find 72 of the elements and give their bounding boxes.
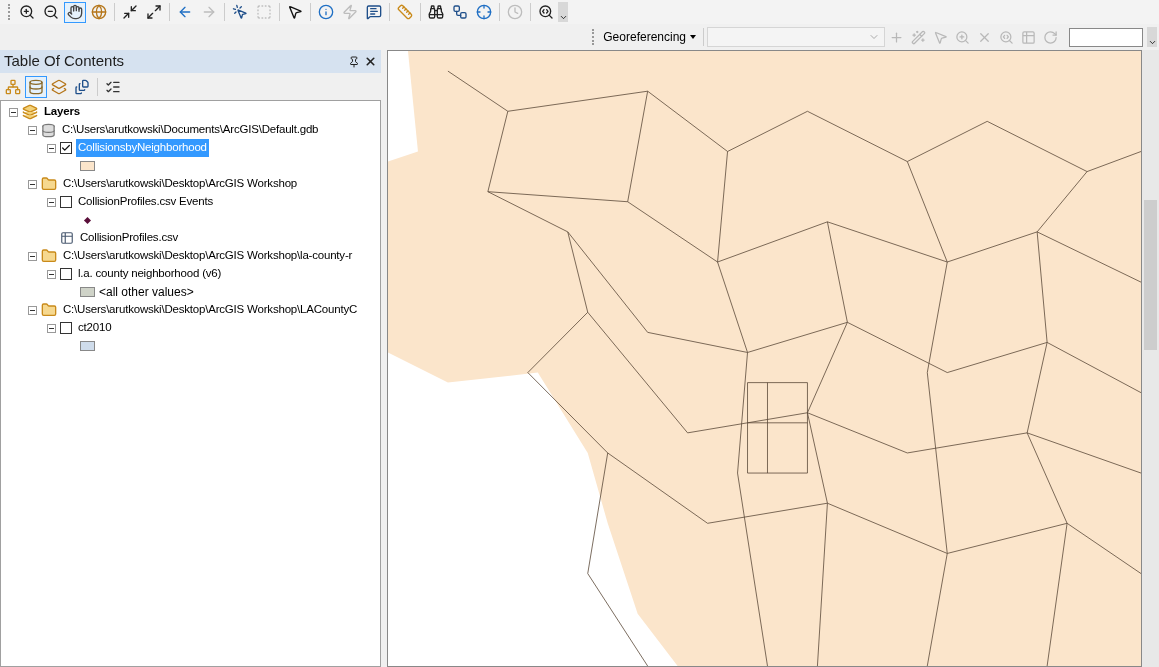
link-table-icon	[1020, 29, 1036, 45]
zoom-out-icon	[43, 4, 59, 20]
collapse-button[interactable]	[47, 323, 56, 333]
folder-icon	[41, 176, 57, 192]
clear-selection-icon	[256, 4, 272, 20]
layer-name[interactable]: ct2010	[76, 319, 114, 337]
collapse-button[interactable]	[47, 143, 56, 153]
collapse-button[interactable]	[28, 305, 37, 315]
rotate-angle-field[interactable]	[1069, 27, 1143, 47]
select-link-icon	[932, 29, 948, 45]
layer-name[interactable]: l.a. county neighborhood (v6)	[76, 265, 224, 283]
ruler-icon	[397, 4, 413, 20]
zoom-in-icon	[19, 4, 35, 20]
close-icon[interactable]	[364, 55, 377, 68]
toolbar-grip[interactable]	[592, 29, 596, 45]
speech-bubble-icon	[366, 4, 382, 20]
drawing-order-icon	[5, 78, 21, 95]
collapse-button[interactable]	[28, 251, 37, 261]
toolbar-overflow-button[interactable]	[1147, 27, 1157, 47]
database-icon	[41, 122, 56, 138]
panel-title: Table Of Contents	[4, 51, 125, 72]
layer-checkbox[interactable]	[60, 268, 72, 280]
collapse-button[interactable]	[47, 197, 56, 207]
folder-icon	[41, 248, 57, 264]
layer-name[interactable]: CollisionProfiles.csv Events	[76, 193, 215, 211]
dropdown-caret-icon	[690, 35, 696, 39]
collapse-button[interactable]	[47, 269, 56, 279]
layers-icon	[51, 78, 67, 95]
binoculars-icon	[428, 4, 444, 20]
select-features-icon	[232, 4, 248, 20]
workspace-path[interactable]: C:\Users\arutkowski\Documents\ArcGIS\Default.gdb	[60, 121, 321, 139]
table-icon	[60, 231, 74, 245]
chevron-down-icon	[1147, 38, 1157, 47]
database-icon	[28, 78, 44, 95]
arrows-inward-icon	[122, 4, 138, 20]
georeferencing-menu[interactable]: Georeferencing	[599, 28, 700, 46]
database-tab[interactable]	[25, 75, 47, 98]
hand-icon	[67, 4, 83, 20]
wand-icon	[910, 29, 926, 45]
info-icon	[318, 4, 334, 20]
collapse-button[interactable]	[9, 107, 18, 117]
viewer-icon	[998, 29, 1014, 45]
globe-icon	[91, 4, 107, 20]
legend-label: <all other values>	[99, 284, 194, 301]
pin-icon[interactable]	[348, 55, 360, 68]
route-icon	[452, 4, 468, 20]
lightning-icon	[342, 4, 358, 20]
arrows-outward-icon	[146, 4, 162, 20]
layer-checkbox[interactable]	[60, 196, 72, 208]
workspace-path[interactable]: C:\Users\arutkowski\Desktop\ArcGIS Workshop\la-county-r	[61, 247, 355, 265]
scrollbar-thumb[interactable]	[1144, 200, 1157, 350]
clock-icon	[507, 4, 523, 20]
add-point-icon	[888, 29, 904, 45]
vertical-scrollbar[interactable]	[1142, 50, 1159, 667]
workspace-path[interactable]: C:\Users\arutkowski\Desktop\ArcGIS Workshop\LACountyC	[61, 301, 360, 319]
layer-checkbox[interactable]	[60, 322, 72, 334]
hand-button[interactable]	[64, 1, 86, 23]
toolbar-overflow-button[interactable]	[558, 2, 568, 22]
pointer-icon	[287, 4, 303, 20]
layers-icon	[22, 104, 38, 120]
zoom-link-icon	[954, 29, 970, 45]
table-name[interactable]: CollisionProfiles.csv	[78, 229, 181, 247]
chevron-down-icon	[558, 13, 568, 22]
data-frame-label[interactable]: Layers	[42, 103, 82, 121]
layer-checkbox[interactable]	[60, 142, 72, 154]
toolbar-grip[interactable]	[8, 4, 11, 20]
collapse-button[interactable]	[28, 125, 37, 135]
collapse-button[interactable]	[28, 179, 37, 189]
rotate-icon	[1042, 29, 1058, 45]
workspace-path[interactable]: C:\Users\arutkowski\Desktop\ArcGIS Workshop	[61, 175, 300, 193]
folder-icon	[41, 302, 57, 318]
xy-target-icon	[476, 4, 492, 20]
